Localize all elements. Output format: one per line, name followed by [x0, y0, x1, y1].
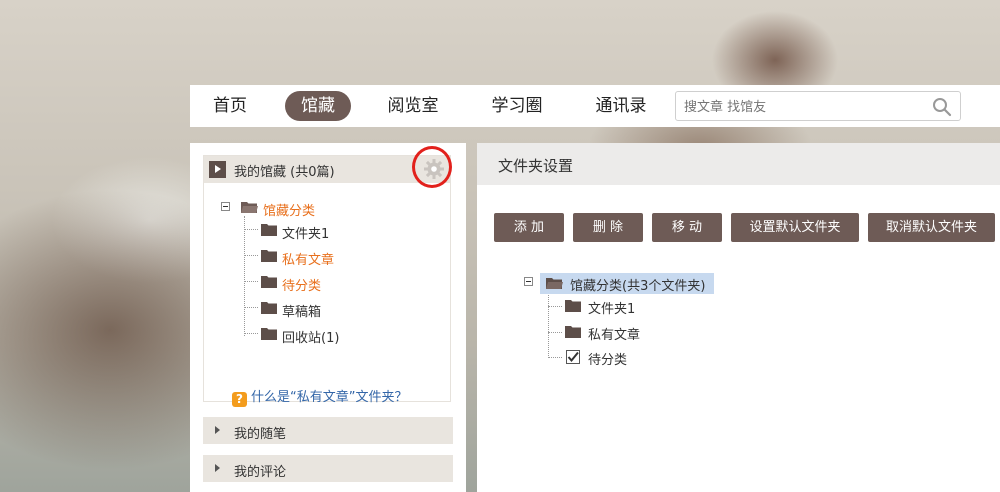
tree-branch [548, 306, 562, 307]
tree-item-private[interactable]: 私有文章 [282, 249, 334, 268]
svg-text:Bai: Bai [768, 401, 830, 445]
section-my-comments[interactable]: 我的评论 [203, 455, 453, 482]
sidebar: 我的馆藏 (共0篇) 馆藏分类 文件夹1 私有文章 待分类 草稿箱 回收站(1)… [190, 143, 466, 492]
help-link-text[interactable]: 什么是“私有文章”文件夹？ [251, 390, 407, 405]
move-button[interactable]: 移 动 [652, 213, 722, 242]
nav-collection[interactable]: 馆藏 [285, 91, 351, 121]
tree-line [548, 293, 549, 358]
tree-root-label[interactable]: 馆藏分类 [263, 200, 315, 219]
section-my-notes[interactable]: 我的随笔 [203, 417, 453, 444]
tree-item-private[interactable]: 私有文章 [588, 324, 640, 343]
folder-icon [565, 300, 581, 312]
set-default-folder-button[interactable]: 设置默认文件夹 [731, 213, 859, 242]
svg-text:du: du [850, 419, 868, 436]
section-my-comments-label: 我的评论 [234, 465, 287, 480]
folder-open-icon [241, 202, 258, 213]
tree-line [244, 216, 245, 336]
search-icon[interactable] [932, 97, 952, 117]
tree-branch [244, 229, 258, 230]
section-my-notes-label: 我的随笔 [234, 427, 287, 442]
help-link[interactable]: ? 什么是“私有文章”文件夹？ [232, 386, 407, 407]
tree-item-uncategorized[interactable]: 待分类 [282, 275, 321, 294]
collapse-icon[interactable] [221, 202, 230, 211]
baidu-jingyan-watermark: Bai du 经验 jingyan.baidu.com [766, 384, 996, 474]
tree-branch [548, 332, 562, 333]
panel-header: 文件夹设置 [477, 143, 1000, 185]
arrow-right-icon [215, 426, 220, 434]
tree-branch [244, 307, 258, 308]
tree-item-recycle-bin[interactable]: 回收站(1) [282, 327, 339, 346]
tree-branch [244, 281, 258, 282]
nav-study-circle[interactable]: 学习圈 [483, 91, 551, 121]
tree-item-folder1[interactable]: 文件夹1 [282, 223, 329, 242]
tree-branch [244, 255, 258, 256]
expand-arrow-icon[interactable] [209, 161, 226, 178]
delete-button[interactable]: 删 除 [573, 213, 643, 242]
tree-branch [548, 357, 562, 358]
tree-item-drafts[interactable]: 草稿箱 [282, 301, 321, 320]
tree-item-uncategorized[interactable]: 待分类 [588, 349, 627, 368]
collapse-icon[interactable] [524, 277, 533, 286]
baidu-logo: Bai du 经验 jingyan.baidu.com [767, 388, 957, 468]
folder-icon [261, 328, 277, 340]
folder-icon [261, 302, 277, 314]
tree-branch [244, 333, 258, 334]
my-collection-title: 我的馆藏 (共0篇) [234, 165, 335, 180]
svg-text:经验: 经验 [892, 406, 956, 444]
my-collection-box: 我的馆藏 (共0篇) 馆藏分类 文件夹1 私有文章 待分类 草稿箱 回收站(1)… [203, 155, 451, 407]
search-input[interactable] [682, 96, 926, 118]
cancel-default-folder-button[interactable]: 取消默认文件夹 [868, 213, 995, 242]
highlight-circle [412, 146, 452, 188]
folder-icon [261, 224, 277, 236]
tree-item-folder1[interactable]: 文件夹1 [588, 298, 635, 317]
tree-root-label: 馆藏分类(共3个文件夹) [570, 279, 706, 294]
nav-reading-room[interactable]: 阅览室 [379, 91, 447, 121]
folder-icon [261, 276, 277, 288]
add-button[interactable]: 添 加 [494, 213, 564, 242]
panel-title: 文件夹设置 [498, 157, 574, 175]
nav-contacts[interactable]: 通讯录 [587, 91, 655, 121]
top-nav: 首页 馆藏 阅览室 学习圈 通讯录 [190, 85, 1000, 127]
search-box [675, 91, 961, 121]
checkbox-checked[interactable] [566, 350, 580, 364]
checkmark-icon [567, 351, 579, 363]
folder-icon [565, 326, 581, 338]
tree-root-selected[interactable]: 馆藏分类(共3个文件夹) [540, 273, 714, 294]
folder-icon [261, 250, 277, 262]
arrow-right-icon [215, 464, 220, 472]
svg-text:jingyan.baidu.com: jingyan.baidu.com [771, 451, 901, 468]
folder-open-icon [546, 278, 563, 289]
nav-home[interactable]: 首页 [204, 91, 256, 121]
question-icon: ? [232, 392, 247, 407]
